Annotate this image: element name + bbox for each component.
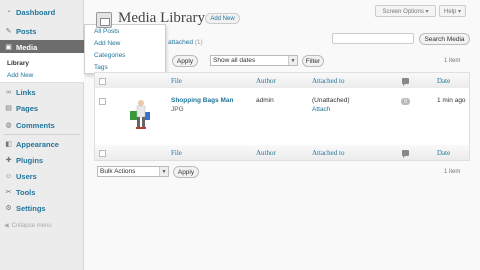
settings-icon: ⚙ — [5, 205, 12, 212]
menu-pages[interactable]: ▤ Pages — [0, 101, 84, 115]
comment-count-bubble[interactable]: 0 — [401, 98, 410, 105]
attach-link[interactable]: Attach — [312, 106, 330, 113]
menu-label: Comments — [16, 120, 55, 130]
author-name: admin — [256, 97, 274, 104]
menu-label: Users — [16, 171, 37, 181]
screen-options-button[interactable]: Screen Options ▾ — [375, 5, 436, 17]
green-bag-shape — [130, 111, 137, 120]
flyout-categories[interactable]: Categories — [94, 52, 125, 59]
dates-select-value: Show all dates — [213, 57, 256, 64]
menu-label: Media — [16, 42, 38, 52]
bulk-actions-value: Bulk Actions — [100, 168, 136, 175]
items-count-bottom: 1 item — [444, 169, 461, 175]
bulk-actions-select[interactable]: Bulk Actions ▼ — [97, 166, 169, 177]
table-footer: File Author Attached to Date — [95, 145, 469, 160]
row-checkbox[interactable] — [99, 98, 106, 105]
links-icon: ∞ — [6, 88, 11, 96]
flyout-tags[interactable]: Tags — [94, 64, 108, 71]
column-file-footer[interactable]: File — [171, 149, 182, 157]
help-button[interactable]: Help ▾ — [439, 5, 466, 17]
menu-comments[interactable]: ◍ Comments — [0, 118, 84, 132]
collapse-arrow-icon: ◀ — [4, 223, 9, 229]
search-input[interactable] — [332, 33, 414, 44]
users-icon: ☺ — [4, 172, 13, 180]
submenu-add-new[interactable]: Add New — [0, 70, 84, 81]
menu-links[interactable]: ∞ Links — [0, 85, 84, 99]
menu-label: Tools — [16, 187, 36, 197]
comments-icon: ◍ — [5, 122, 12, 129]
attached-status: (Unattached) — [312, 97, 350, 104]
appearance-icon: ◧ — [5, 141, 12, 148]
media-thumbnail[interactable] — [126, 97, 156, 131]
table-header: File Author Attached to Date — [95, 73, 469, 88]
collapse-label: Collapse menu — [11, 222, 52, 229]
menu-label: Posts — [16, 26, 37, 36]
flyout-all-posts[interactable]: All Posts — [94, 28, 119, 35]
column-author[interactable]: Author — [256, 77, 276, 85]
flyout-add-new[interactable]: Add New — [94, 40, 120, 47]
add-new-media-button[interactable]: Add New — [205, 13, 240, 24]
column-author-footer[interactable]: Author — [256, 149, 276, 157]
upload-date: 1 min ago — [437, 97, 466, 104]
filter-attached-link[interactable]: attached (1) — [168, 39, 203, 46]
comments-icon[interactable] — [402, 150, 409, 158]
comments-icon[interactable] — [402, 78, 409, 86]
menu-settings[interactable]: ⚙ Settings — [0, 201, 84, 215]
menu-users[interactable]: ☺ Users — [0, 169, 84, 183]
menu-dashboard[interactable]: ◔ Dashboard — [0, 5, 84, 19]
menu-separator — [4, 134, 80, 135]
apply-button-bottom[interactable]: Apply — [173, 166, 199, 178]
select-all-checkbox-footer[interactable] — [99, 150, 106, 157]
menu-label: Plugins — [16, 155, 44, 165]
menu-label: Links — [16, 87, 36, 97]
select-all-checkbox[interactable] — [99, 78, 106, 85]
menu-label: Dashboard — [16, 7, 56, 17]
admin-sidebar: ◔ Dashboard ✎ Posts ▣ Media Library Add … — [0, 0, 84, 270]
tools-icon: ✂ — [5, 189, 12, 196]
posts-flyout-menu: All Posts Add New Categories Tags — [84, 24, 166, 74]
filter-count: (1) — [194, 39, 203, 46]
pin-icon: ✎ — [5, 28, 12, 35]
collapse-menu-button[interactable]: ◀ Collapse menu — [4, 222, 52, 230]
apply-button-top[interactable]: Apply — [172, 55, 198, 67]
menu-posts[interactable]: ✎ Posts — [0, 24, 84, 38]
column-attached-to-footer[interactable]: Attached to — [312, 149, 344, 157]
media-page-icon — [96, 12, 112, 28]
media-icon: ▣ — [5, 44, 12, 51]
menu-plugins[interactable]: ✚ Plugins — [0, 153, 84, 167]
filter-button[interactable]: Filter — [302, 55, 324, 67]
menu-label: Appearance — [16, 139, 59, 149]
file-type: JPG — [171, 106, 184, 113]
menu-label: Pages — [16, 103, 39, 113]
submenu-library[interactable]: Library — [0, 58, 84, 69]
page-title: Media Library — [118, 10, 206, 26]
pages-icon: ▤ — [5, 105, 12, 112]
file-title-link[interactable]: Shopping Bags Man — [171, 97, 233, 104]
filter-label: attached — [168, 39, 193, 46]
menu-appearance[interactable]: ◧ Appearance — [0, 137, 84, 151]
dashboard-icon: ◔ — [6, 8, 11, 16]
column-file[interactable]: File — [171, 77, 182, 85]
plugins-icon: ✚ — [5, 157, 12, 164]
column-attached-to[interactable]: Attached to — [312, 77, 344, 85]
items-count-top: 1 item — [444, 58, 461, 64]
menu-media[interactable]: ▣ Media — [0, 40, 84, 54]
menu-tools[interactable]: ✂ Tools — [0, 185, 84, 199]
chevron-down-icon: ▼ — [159, 167, 168, 176]
column-date[interactable]: Date — [437, 77, 450, 85]
column-date-footer[interactable]: Date — [437, 149, 450, 157]
search-media-button[interactable]: Search Media — [419, 33, 470, 45]
chevron-down-icon: ▼ — [288, 56, 297, 65]
dates-select[interactable]: Show all dates ▼ — [210, 55, 298, 66]
menu-label: Settings — [16, 203, 46, 213]
